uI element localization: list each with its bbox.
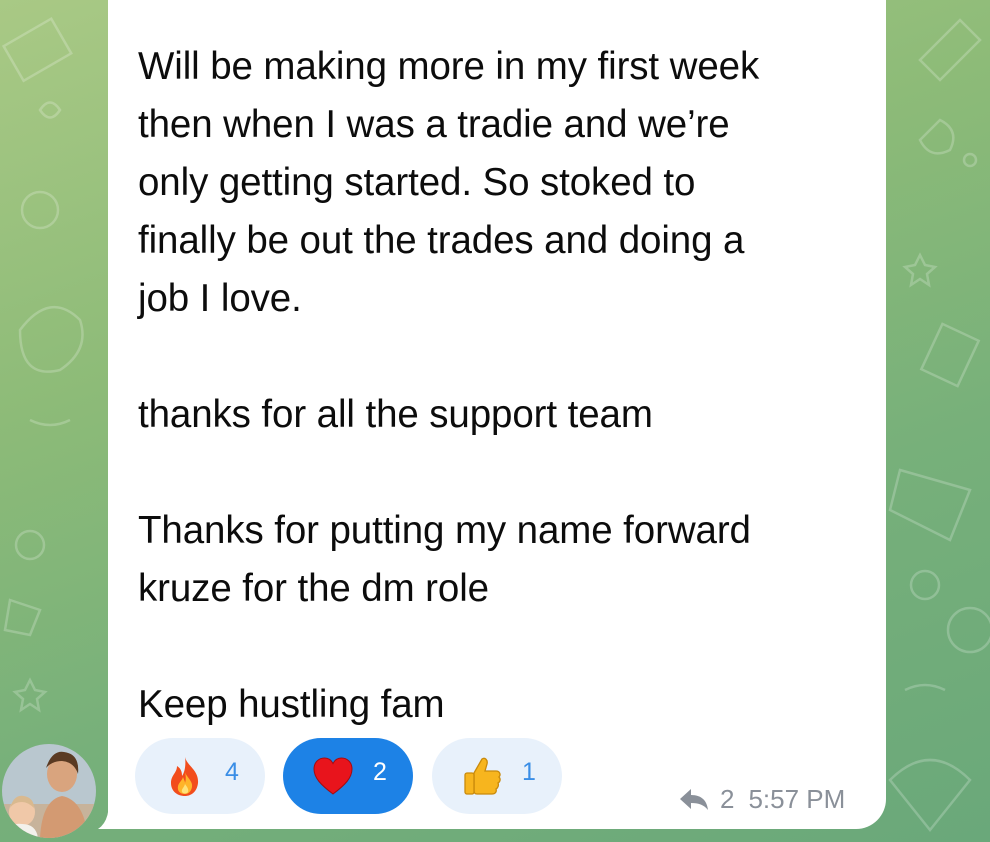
fire-icon [171, 757, 199, 796]
reaction-fire-count: 4 [225, 758, 239, 786]
message-timestamp: 5:57 PM [748, 783, 846, 814]
reply-count: 2 [720, 783, 735, 814]
reaction-thumbs-up-count: 1 [522, 758, 536, 786]
message-bubble[interactable]: Will be making more in my first week the… [108, 0, 886, 829]
reaction-heart-button[interactable]: 2 [283, 738, 413, 814]
reaction-thumbs-up-button[interactable]: 1 [432, 738, 562, 814]
message-line: job I love. [138, 277, 302, 320]
message-meta: 2 5:57 PM [678, 782, 845, 816]
thumbs-up-icon [464, 757, 501, 795]
message-line: Will be making more in my first week [138, 45, 760, 88]
message-line: then when I was a tradie and we’re [138, 103, 730, 146]
reply-arrow-icon[interactable] [678, 787, 710, 811]
avatar-photo [2, 744, 96, 838]
message-line: thanks for all the support team [138, 393, 653, 436]
message-line: kruze for the dm role [138, 567, 489, 610]
message-line: only getting started. So stoked to [138, 161, 696, 204]
message-line: Thanks for putting my name forward [138, 509, 751, 552]
avatar[interactable] [2, 744, 96, 838]
message-line: finally be out the trades and doing a [138, 219, 745, 262]
message-line: Keep hustling fam [138, 683, 445, 726]
heart-icon [313, 757, 353, 795]
reaction-fire-button[interactable]: 4 [135, 738, 265, 814]
message-text: Will be making more in my first week the… [138, 38, 878, 734]
reaction-heart-count: 2 [373, 758, 387, 786]
